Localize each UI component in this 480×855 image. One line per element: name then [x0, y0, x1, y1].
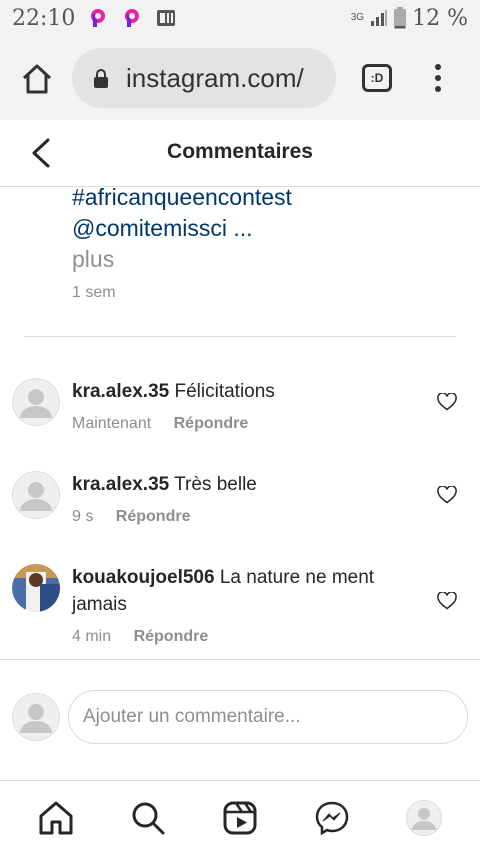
comment-time: Maintenant — [72, 415, 152, 432]
reply-button[interactable]: Répondre — [134, 628, 209, 645]
browser-home-icon[interactable] — [20, 62, 54, 96]
avatar[interactable] — [12, 471, 60, 519]
comment-text: kra.alex.35 Très belle — [72, 471, 412, 498]
page-title: Commentaires — [167, 140, 313, 163]
browser-toolbar: instagram.com/ :D — [0, 38, 480, 120]
avatar[interactable] — [12, 378, 60, 426]
comment-username[interactable]: kouakoujoel506 — [72, 567, 215, 588]
browser-menu-icon[interactable] — [428, 64, 448, 94]
status-time: 22:10 — [12, 6, 76, 31]
heart-icon[interactable] — [437, 592, 457, 610]
profile-avatar[interactable] — [406, 800, 442, 836]
heart-icon[interactable] — [437, 393, 457, 411]
caption-timestamp: 1 sem — [72, 284, 116, 301]
bottom-navigation — [0, 780, 480, 855]
divider — [24, 336, 456, 337]
comment-meta: 9 s Répondre — [72, 508, 190, 526]
comment-time: 9 s — [72, 508, 94, 525]
caption-hashtag-link[interactable]: #africanqueencontest — [72, 184, 292, 211]
status-bar: 22:10 3G 12 % — [0, 0, 480, 38]
publisher-notification-icon — [157, 10, 175, 26]
lock-icon — [94, 69, 108, 88]
reels-icon[interactable] — [222, 800, 258, 836]
tab-switcher-button[interactable]: :D — [362, 64, 392, 92]
caption-more-link[interactable]: plus — [72, 246, 114, 273]
network-type: 3G — [350, 12, 365, 23]
comment-time: 4 min — [72, 628, 112, 645]
status-indicators: 3G 12 % — [351, 4, 468, 32]
picsart-notification-icon — [125, 9, 139, 27]
comment-meta: Maintenant Répondre — [72, 415, 248, 433]
current-user-avatar — [12, 693, 60, 741]
comment-text: kouakoujoel506 La nature ne ment jamais — [72, 564, 412, 618]
comment-username[interactable]: kra.alex.35 — [72, 381, 169, 402]
battery-percent: 12 % — [412, 5, 468, 31]
app-header: Commentaires — [0, 120, 480, 187]
signal-icon — [371, 10, 388, 26]
add-comment-input[interactable] — [68, 690, 468, 744]
comment-text: kra.alex.35 Félicitations — [72, 378, 412, 405]
comment-message: Félicitations — [174, 381, 275, 402]
caption-mention-link[interactable]: @comitemissci ... — [72, 215, 253, 242]
comment-message: Très belle — [174, 474, 257, 495]
heart-icon[interactable] — [437, 486, 457, 504]
search-icon[interactable] — [130, 800, 166, 836]
picsart-notification-icon — [91, 9, 105, 27]
reply-button[interactable]: Répondre — [116, 508, 191, 525]
url-text: instagram.com/ — [126, 63, 304, 93]
avatar[interactable] — [12, 564, 60, 612]
battery-icon — [394, 7, 407, 29]
comment-meta: 4 min Répondre — [72, 628, 208, 646]
home-icon[interactable] — [38, 800, 74, 836]
reply-button[interactable]: Répondre — [174, 415, 249, 432]
address-bar[interactable]: instagram.com/ — [72, 48, 336, 108]
comment-username[interactable]: kra.alex.35 — [72, 474, 169, 495]
divider — [0, 659, 480, 660]
messenger-icon[interactable] — [314, 800, 350, 836]
